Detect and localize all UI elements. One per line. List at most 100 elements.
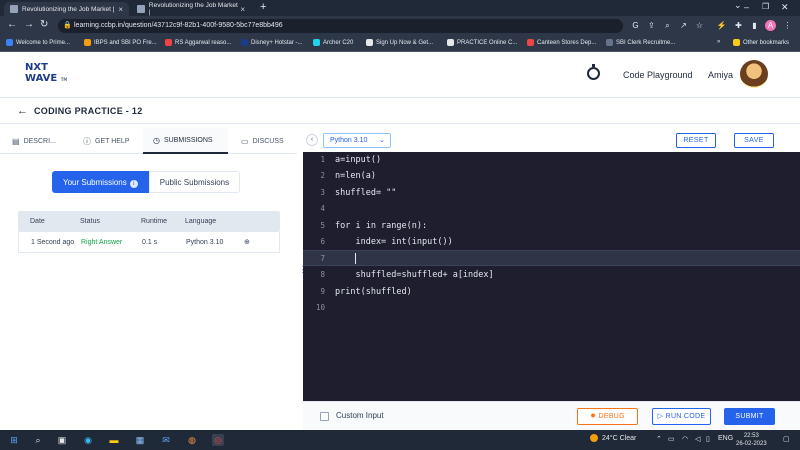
share-icon[interactable]: ⇪ [646,20,657,31]
file-explorer-icon[interactable]: ▬ [108,434,120,446]
browser-tab-1[interactable]: Revolutionizing the Job Market | × [4,2,129,16]
bookmark-item[interactable]: Disney+ Hotstar -... [241,39,303,46]
column-header: Date [30,218,45,225]
sidebar-icon[interactable]: ▮ [749,20,760,31]
code-text: print(shuffled) [335,287,412,297]
code-line: 4 [303,201,800,217]
other-bookmarks-folder[interactable]: Other bookmarks [733,39,789,46]
firefox-icon[interactable]: ◍ [186,434,198,446]
lock-icon: 🔒 [63,22,72,29]
your-submissions-button[interactable]: Your Submissions i [52,171,149,193]
bookmark-item[interactable]: Archer C20 [313,39,353,46]
code-line: 10 [303,300,800,316]
run-code-button[interactable]: ▷ RUN CODE [652,408,711,425]
tab-title: Revolutionizing the Job Market | [148,2,238,16]
custom-input-label[interactable]: Custom Input [336,411,384,420]
column-header: Language [185,218,217,225]
bookmark-item[interactable]: Sign Up Now & Get... [366,39,433,46]
new-tab-button[interactable]: + [260,1,266,13]
close-tab-icon[interactable]: × [118,5,123,14]
bookmark-item[interactable]: IBPS and SBI PO Fre... [84,39,157,46]
expand-icon[interactable]: ⊕ [244,238,264,246]
search-icon[interactable]: ⌕ [32,434,44,446]
debug-button[interactable]: ✹ DEBUG [577,408,638,425]
line-number: 5 [320,221,325,230]
clock[interactable]: 22:53 26-02-2023 [736,432,767,448]
store-icon[interactable]: ▦ [134,434,146,446]
bookmark-favicon-icon [241,39,248,46]
nxtwave-logo[interactable]: NXT WAVE TM [25,62,67,85]
mail-icon[interactable]: ✉ [160,434,172,446]
extension-icon[interactable]: ⚡ [716,20,727,31]
windows-start-icon[interactable]: ⊞ [8,434,20,446]
tab-discuss[interactable]: ▭ DISCUSS [241,128,293,154]
chrome-icon[interactable]: ◎ [212,434,224,446]
language-indicator[interactable]: ENG [718,435,733,442]
bookmark-item[interactable]: SBI Clerk Recruitme... [606,39,675,46]
url-field[interactable]: 🔒 learning.ccbp.in/question/43712c9f-82b… [58,19,623,33]
language-select[interactable]: Python 3.10 ⌄ [323,133,391,148]
browser-tab-2[interactable]: Revolutionizing the Job Market | × [131,2,251,16]
restore-icon[interactable]: ❐ [762,2,769,11]
profile-icon[interactable]: A [765,20,776,31]
tab-description[interactable]: ▤ DESCRI... [12,128,72,154]
puzzle-icon[interactable]: ✚ [733,20,744,31]
info-icon[interactable]: i [129,180,138,188]
folder-icon [733,39,740,46]
wifi-icon[interactable]: ◠ [682,435,688,443]
bookmark-star-icon[interactable]: ☆ [694,20,705,31]
table-row[interactable]: 1 Second ago Right Answer 0.1 s Python 3… [18,232,280,253]
back-icon[interactable]: ← [7,19,17,30]
help-icon: ⓘ [83,136,91,146]
close-window-icon[interactable]: ✕ [781,2,789,13]
line-number: 1 [320,155,325,164]
code-text: for i in range(n): [335,221,428,231]
left-panel: ▤ DESCRI... ⓘ GET HELP ◷ SUBMISSIONS ▭ D… [0,124,297,430]
code-text: shuffled=shuffled+ a[index] [335,270,494,280]
forward-icon[interactable]: → [24,19,34,30]
google-icon[interactable]: G [630,20,641,31]
bookmark-favicon-icon [6,39,13,46]
bookmark-favicon-icon [366,39,373,46]
battery-icon[interactable]: ▯ [706,435,710,443]
bookmark-favicon-icon [84,39,91,46]
network-icon[interactable]: ▭ [668,435,675,443]
close-tab-icon[interactable]: × [240,5,245,14]
avatar[interactable] [740,60,768,88]
timer-icon[interactable] [587,64,600,80]
public-submissions-button[interactable]: Public Submissions [148,171,241,193]
share-page-icon[interactable]: ↗ [678,20,689,31]
volume-icon[interactable]: ◁ [695,435,700,443]
menu-kebab-icon[interactable]: ⋮ [782,20,793,31]
tray-chevron-icon[interactable]: ⌃ [656,435,662,443]
tab-submissions[interactable]: ◷ SUBMISSIONS [143,128,228,154]
custom-input-checkbox[interactable] [320,412,329,421]
bookmarks-overflow-button[interactable]: » [717,39,720,45]
save-button[interactable]: SAVE [734,133,774,148]
zoom-icon[interactable]: ⌕ [662,20,673,31]
task-view-icon[interactable]: ▣ [56,434,68,446]
notification-icon[interactable]: ▢ [783,435,790,443]
reset-button[interactable]: RESET [676,133,716,148]
code-line: 5 for i in range(n): [303,218,800,234]
app-header: NXT WAVE TM Code Playground Amiya [0,52,800,98]
code-line: 3 shuffled= "" [303,185,800,201]
edge-browser-icon[interactable]: ◉ [82,434,94,446]
reload-icon[interactable]: ↻ [40,19,48,30]
weather-widget[interactable]: 24°C Clear [590,434,636,442]
bookmark-item[interactable]: Canteen Stores Dep... [527,39,596,46]
minimize-icon[interactable]: – [744,2,749,12]
code-editor[interactable]: 1 a=input() 2 n=len(a) 3 shuffled= "" 4 … [303,152,800,401]
collapse-panel-icon[interactable]: ‹ [306,134,318,146]
bookmark-item[interactable]: Welcome to Prime... [6,39,70,46]
bookmark-item[interactable]: PRACTICE Online C... [447,39,517,46]
submit-button[interactable]: SUBMIT [724,408,775,425]
table-header: Date Status Runtime Language [18,211,280,232]
bookmark-item[interactable]: RS Aggarwal reaso... [165,39,231,46]
back-arrow-icon[interactable]: ← [17,105,28,117]
code-playground-link[interactable]: Code Playground [623,70,693,80]
right-panel: ‹ Python 3.10 ⌄ RESET SAVE 1 a=input() 2… [303,124,800,430]
tab-search-icon[interactable]: ⌄ [734,0,742,11]
code-text: n=len(a) [335,171,376,181]
tab-get-help[interactable]: ⓘ GET HELP [83,128,141,154]
